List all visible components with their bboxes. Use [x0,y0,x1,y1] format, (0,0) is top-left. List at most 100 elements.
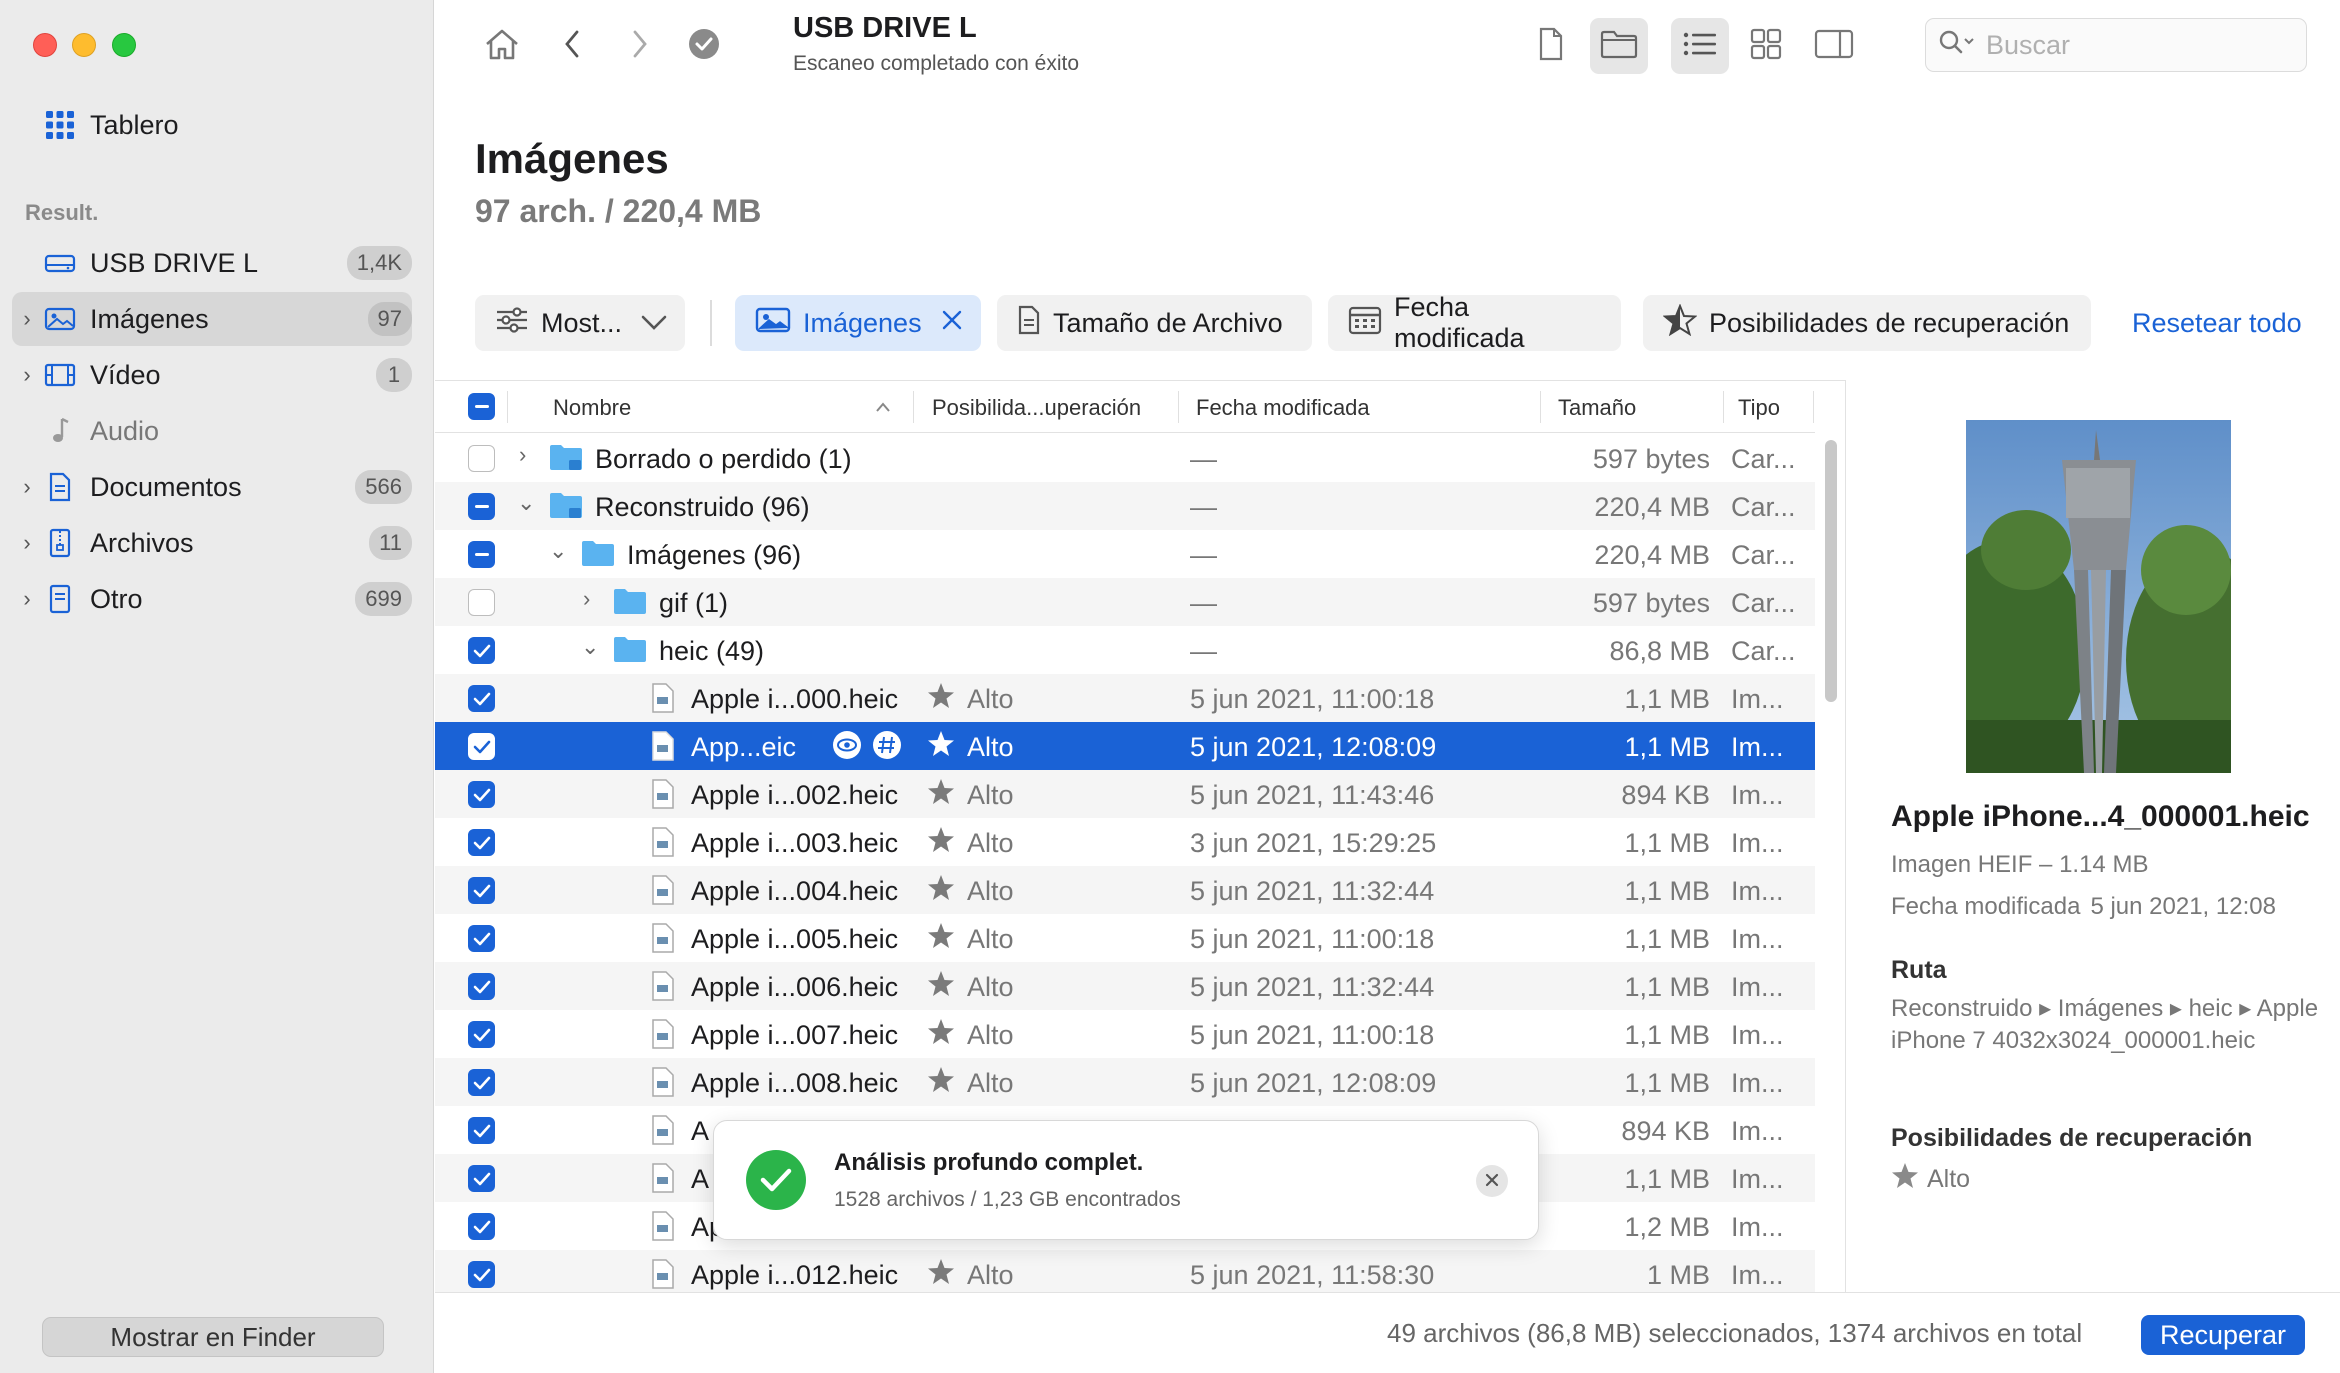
back-button[interactable] [543,18,601,74]
search-input[interactable] [1986,29,2286,61]
date-modified-filter[interactable]: Fecha modificada [1328,292,1621,353]
column-header-type[interactable]: Tipo [1738,395,1780,421]
preview-file-type: Imagen HEIF – 1.14 MB [1891,851,2149,878]
chevron-down-icon[interactable]: ⌄ [517,490,535,516]
sidebar-item-documents[interactable]: › Documentos 566 [12,460,412,514]
file-size: 1,1 MB [1624,1164,1710,1194]
row-checkbox[interactable] [468,1021,495,1048]
images-filter-chip[interactable]: Imágenes [735,295,981,351]
chevron-right-icon[interactable]: › [12,306,42,332]
file-size-filter[interactable]: Tamaño de Archivo [997,295,1312,351]
list-view-button[interactable] [1671,18,1729,74]
forward-button[interactable] [611,18,669,74]
row-checkbox[interactable] [468,1069,495,1096]
recovery-chance: Alto [967,972,1014,1002]
close-icon[interactable] [940,308,964,339]
table-row-selected[interactable]: App...eic Alto 5 jun 2021, 12:08:09 1,1 … [435,722,1815,770]
chevron-right-icon[interactable]: › [583,586,590,612]
chevron-down-icon[interactable]: ⌄ [549,538,567,564]
chevron-down-icon[interactable]: ⌄ [581,634,599,660]
table-row[interactable]: Apple i...000.heic Alto 5 jun 2021, 11:0… [435,674,1815,722]
sidebar-item-dashboard[interactable]: Tablero [12,98,412,152]
image-icon [42,304,78,334]
column-header-size[interactable]: Tamaño [1558,395,1636,421]
row-checkbox[interactable] [468,541,495,568]
table-row[interactable]: ⌄ heic (49) — 86,8 MB Car... [435,626,1815,674]
sidebar-item-usb-drive[interactable]: USB DRIVE L 1,4K [12,236,412,290]
file-type: Im... [1731,732,1784,762]
recovery-chances-filter[interactable]: Posibilidades de recuperación [1643,295,2091,351]
preview-recovery-value: Alto [1927,1165,1971,1193]
folder-icon [613,586,647,623]
table-row[interactable]: Apple i...012.heic Alto 5 jun 2021, 11:5… [435,1250,1815,1292]
row-checkbox[interactable] [468,877,495,904]
row-checkbox[interactable] [468,1213,495,1240]
toast-title: Análisis profundo complet. [834,1149,1144,1176]
close-window-button[interactable] [33,33,57,57]
home-button[interactable] [473,18,531,74]
chevron-right-icon[interactable]: › [12,530,42,556]
chevron-right-icon[interactable]: › [12,586,42,612]
row-checkbox[interactable] [468,973,495,1000]
chevron-right-icon[interactable]: › [12,474,42,500]
table-row[interactable]: › Borrado o perdido (1) — 597 bytes Car.… [435,434,1815,482]
preview-file-name: Apple iPhone...4_000001.heic [1891,800,2310,833]
sidebar-item-images[interactable]: › Imágenes 97 [12,292,412,346]
row-checkbox[interactable] [468,1261,495,1288]
table-row[interactable]: Apple i...004.heic Alto 5 jun 2021, 11:3… [435,866,1815,914]
show-in-finder-button[interactable]: Mostrar en Finder [42,1317,384,1357]
column-header-name[interactable]: Nombre [553,395,631,421]
select-all-checkbox[interactable] [468,393,495,420]
sidebar-item-video[interactable]: › Vídeo 1 [12,348,412,402]
recover-button[interactable]: Recuperar [2141,1315,2305,1355]
eye-icon[interactable] [831,730,863,767]
sidebar-item-audio[interactable]: Audio [12,404,412,458]
chevron-right-icon[interactable]: › [519,442,526,468]
search-field[interactable] [1925,18,2307,72]
list-icon [1682,30,1718,63]
zoom-window-button[interactable] [112,33,136,57]
preview-thumbnail[interactable] [1966,420,2231,773]
table-row[interactable]: Apple i...008.heic Alto 5 jun 2021, 12:0… [435,1058,1815,1106]
row-checkbox[interactable] [468,685,495,712]
table-row[interactable]: › gif (1) — 597 bytes Car... [435,578,1815,626]
toggle-preview-button[interactable] [1805,18,1863,74]
file-type: Car... [1731,588,1796,618]
recovery-chance: Alto [967,876,1014,906]
row-checkbox[interactable] [468,445,495,472]
row-checkbox[interactable] [468,637,495,664]
row-checkbox[interactable] [468,781,495,808]
date-modified: 5 jun 2021, 11:32:44 [1190,876,1435,906]
sidebar-item-archives[interactable]: › Archivos 11 [12,516,412,570]
row-checkbox[interactable] [468,733,495,760]
table-row[interactable]: Apple i...002.heic Alto 5 jun 2021, 11:4… [435,770,1815,818]
grid-view-button[interactable] [1737,18,1795,74]
chevron-right-icon[interactable]: › [12,362,42,388]
show-filter-dropdown[interactable]: Most... [475,295,685,351]
table-row[interactable]: Apple i...005.heic Alto 5 jun 2021, 11:0… [435,914,1815,962]
table-row[interactable]: Apple i...006.heic Alto 5 jun 2021, 11:3… [435,962,1815,1010]
table-row[interactable]: Apple i...007.heic Alto 5 jun 2021, 11:0… [435,1010,1815,1058]
reset-all-link[interactable]: Resetear todo [2132,308,2302,339]
minimize-window-button[interactable] [72,33,96,57]
row-checkbox[interactable] [468,829,495,856]
file-view-button[interactable] [1522,18,1580,74]
window-subtitle: Escaneo completado con éxito [793,52,1080,75]
row-checkbox[interactable] [468,589,495,616]
sidebar-item-other[interactable]: › Otro 699 [12,572,412,626]
row-checkbox[interactable] [468,925,495,952]
file-name: Apple i...007.heic [691,1020,899,1050]
row-checkbox[interactable] [468,493,495,520]
table-row[interactable]: ⌄ Reconstruido (96) — 220,4 MB Car... [435,482,1815,530]
table-row[interactable]: Apple i...003.heic Alto 3 jun 2021, 15:2… [435,818,1815,866]
column-header-chances[interactable]: Posibilida...uperación [932,395,1141,421]
row-checkbox[interactable] [468,1117,495,1144]
file-type: Im... [1731,684,1784,714]
column-header-date[interactable]: Fecha modificada [1196,395,1370,421]
row-checkbox[interactable] [468,1165,495,1192]
hashtag-icon[interactable] [871,730,903,767]
close-toast-button[interactable] [1476,1165,1508,1197]
folder-view-button[interactable] [1590,18,1648,74]
table-row[interactable]: ⌄ Imágenes (96) — 220,4 MB Car... [435,530,1815,578]
table-scrollbar[interactable] [1825,440,1837,702]
